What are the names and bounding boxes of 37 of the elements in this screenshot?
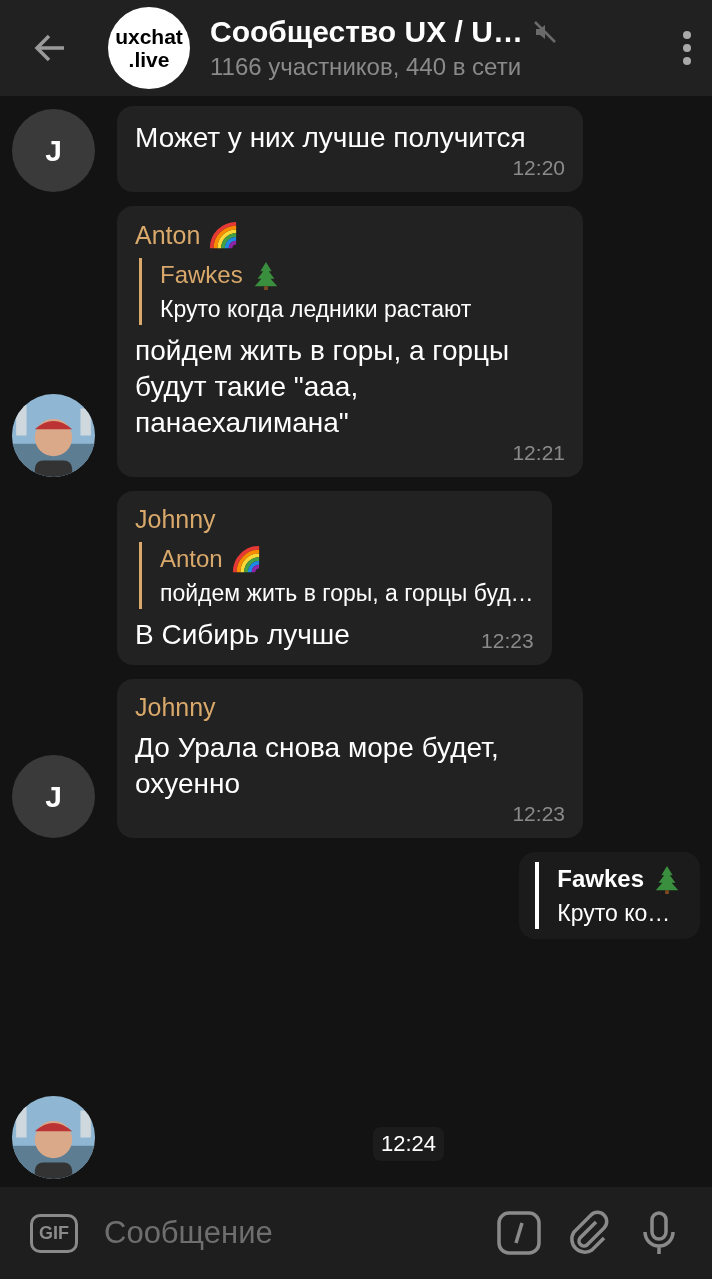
message-time: 12:24: [372, 1127, 445, 1161]
message-text: пойдем жить в горы, а горцы будут такие "ааа, панаехалимана": [135, 334, 511, 440]
more-menu-icon[interactable]: [682, 30, 692, 66]
reply-quote[interactable]: Fawkes Круто ко…: [535, 862, 682, 929]
slash-command-icon[interactable]: [496, 1210, 542, 1256]
quoted-text: Круто когда ледники растают: [160, 296, 473, 323]
reply-quote[interactable]: Fawkes Круто когда ледники растают: [139, 258, 565, 325]
message-text: До Урала снова море будет, охуенно: [135, 731, 500, 801]
message-input[interactable]: Сообщение: [102, 1214, 472, 1252]
message-bubble[interactable]: Johnny Anton пойдем жить в горы, а горцы буд… В Сибирь лучше 12:23: [117, 491, 552, 665]
message-time: 12:20: [512, 156, 565, 180]
sender-name[interactable]: Johnny: [135, 693, 216, 722]
message-text: В Сибирь лучше: [135, 618, 350, 652]
message-bubble[interactable]: Anton Fawkes Круто когда ледники растают пойдем жить в горы, а горцы будут такие "ааа, панаехалимана" 12:21: [117, 206, 583, 477]
message-bubble[interactable]: Может у них лучше получится 12:20: [117, 106, 583, 192]
sender-name[interactable]: Anton: [135, 220, 201, 250]
sender-name[interactable]: Johnny: [135, 505, 216, 534]
reply-quote[interactable]: Anton пойдем жить в горы, а горцы буд…: [139, 542, 534, 609]
message-bubble[interactable]: Fawkes Круто ко…: [519, 852, 700, 939]
member-count: 1166 участников, 440 в сети: [210, 53, 523, 81]
chat-title: Сообщество UX / U…: [210, 15, 523, 49]
message-time: 12:23: [481, 629, 534, 653]
rainbow-icon: [230, 544, 261, 574]
rainbow-icon: [208, 220, 239, 250]
group-avatar[interactable]: uxchat .live: [108, 7, 190, 89]
quoted-sender: Fawkes: [160, 261, 243, 289]
quoted-text: пойдем жить в горы, а горцы буд…: [160, 580, 534, 607]
message-text: Может у них лучше получится: [135, 121, 526, 155]
message-time: 12:21: [512, 441, 565, 465]
avatar[interactable]: J: [12, 755, 95, 838]
gif-button[interactable]: GIF: [30, 1213, 78, 1253]
quoted-text: Круто ко…: [557, 900, 672, 927]
message-time: 12:23: [512, 802, 565, 826]
quoted-sender: Fawkes: [557, 865, 644, 893]
avatar[interactable]: J: [12, 109, 95, 192]
quoted-sender: Anton: [160, 545, 223, 573]
message-bubble[interactable]: Johnny До Урала снова море будет, охуенно 12:23: [117, 679, 583, 838]
